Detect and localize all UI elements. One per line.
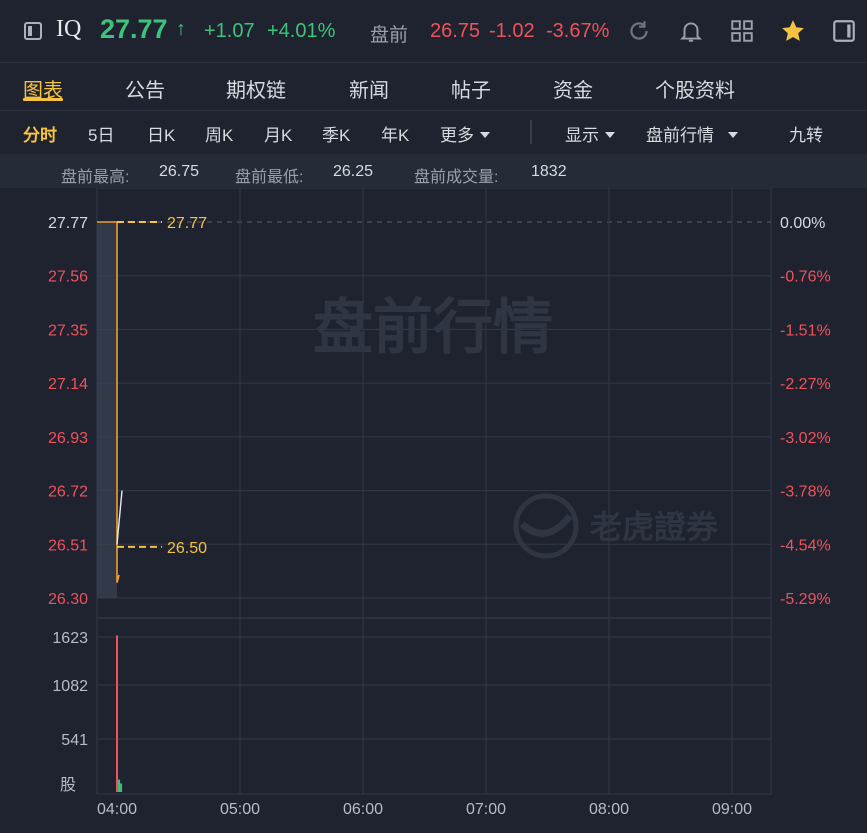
percent-axis-right: 0.00% -0.76% -1.51% -2.27% -3.02% -3.78% -4.54… (780, 215, 831, 608)
y-left-tick-label: 26.72 (48, 484, 88, 501)
price-change-percent: +4.01% (267, 20, 336, 42)
y-right-tick-label: 0.00% (780, 215, 825, 232)
premarket-high-value: 26.75 (159, 163, 200, 180)
volume-bar (120, 783, 123, 792)
more-label: 更多 (440, 126, 474, 145)
price-area-fill (97, 222, 117, 598)
more-dropdown[interactable]: 更多 (440, 121, 490, 146)
premarket-volume-value: 1832 (531, 163, 567, 180)
session-label: 盘前行情 (646, 126, 714, 145)
premarket-stats: 盘前最高: 26.75 盘前最低: 26.25 盘前成交量: 1832 (0, 154, 867, 188)
display-label: 显示 (565, 126, 599, 145)
price-change: +1.07 (204, 20, 255, 42)
guide-label: 27.77 (167, 215, 207, 232)
premarket-price: 26.75 (430, 20, 481, 42)
x-tick-label: 04:00 (97, 801, 137, 818)
intraday-chart[interactable]: 盘前行情 老虎證券 27.77 27.56 27.35 27.14 26.93 26.72… (0, 188, 867, 833)
tab-capital-flow[interactable]: 资金 (553, 74, 593, 103)
premarket-high-label: 盘前最高: (61, 169, 130, 186)
last-price: 27.77 (100, 14, 168, 44)
main-tabs: 图表 公告 期权链 新闻 帖子 资金 个股资料 (0, 62, 867, 111)
watermark-text: 盘前行情 (313, 294, 553, 361)
tab-news[interactable]: 新闻 (349, 74, 389, 103)
chevron-down-icon (605, 132, 615, 138)
price-series (97, 221, 123, 598)
volume-unit-label: 股 (60, 776, 76, 794)
y-left-tick-label: 27.35 (48, 322, 88, 339)
x-tick-label: 05:00 (220, 801, 260, 818)
panel-icon[interactable] (831, 18, 857, 44)
chevron-down-icon (728, 132, 738, 138)
premarket-change: -1.02 (489, 20, 535, 42)
volume-tick-label: 1623 (52, 630, 88, 647)
period-5day[interactable]: 5日 (88, 121, 114, 146)
premarket-volume-label: 盘前成交量: (414, 169, 499, 186)
guide-label: 26.50 (167, 540, 207, 557)
tab-announcements[interactable]: 公告 (125, 74, 165, 103)
period-quarterly-k[interactable]: 季K (322, 121, 350, 146)
display-dropdown[interactable]: 显示 (565, 121, 615, 146)
ticker-symbol: IQ (56, 16, 82, 42)
y-left-tick-label: 26.93 (48, 430, 88, 447)
session-dropdown[interactable]: 盘前行情 (646, 121, 738, 146)
grid-icon[interactable] (729, 18, 755, 44)
price-guides: 27.77 26.50 (117, 215, 207, 557)
tab-options-chain[interactable]: 期权链 (226, 74, 286, 103)
y-right-tick-label: -5.29% (780, 591, 831, 608)
premarket-change-percent: -3.67% (546, 20, 610, 42)
divider (530, 120, 532, 144)
period-weekly-k[interactable]: 周K (205, 121, 233, 146)
period-daily-k[interactable]: 日K (147, 121, 175, 146)
y-right-tick-label: -2.27% (780, 376, 831, 393)
volume-tick-label: 541 (61, 732, 88, 749)
star-icon[interactable] (780, 18, 806, 44)
y-right-tick-label: -0.76% (780, 269, 831, 286)
x-tick-label: 07:00 (466, 801, 506, 818)
period-yearly-k[interactable]: 年K (381, 121, 409, 146)
y-right-tick-label: -4.54% (780, 537, 831, 554)
y-left-tick-label: 26.51 (48, 537, 88, 554)
price-axis-left: 27.77 27.56 27.35 27.14 26.93 26.72 26.51 26.30 (48, 215, 88, 608)
y-left-tick-label: 27.14 (48, 376, 88, 393)
y-left-tick-label: 26.30 (48, 591, 88, 608)
nine-turn-button[interactable]: 九转 (789, 121, 823, 146)
volume-bar (118, 779, 121, 792)
brand-logo-icon (513, 493, 579, 559)
premarket-label: 盘前 (370, 25, 409, 46)
sidebar-toggle-icon[interactable] (24, 22, 42, 40)
y-left-tick-label: 27.56 (48, 269, 88, 286)
y-right-tick-label: -1.51% (780, 322, 831, 339)
premarket-low-label: 盘前最低: (235, 169, 304, 186)
y-right-tick-label: -3.78% (780, 484, 831, 501)
volume-tick-label: 1082 (52, 678, 88, 695)
volume-series (116, 635, 123, 792)
refresh-icon[interactable] (626, 18, 652, 44)
volume-axis: 1623 1082 541 (52, 630, 88, 749)
chart-grid (96, 188, 772, 795)
tab-company-profile[interactable]: 个股资料 (655, 74, 735, 103)
arrow-up-icon: ↑ (176, 18, 186, 40)
x-tick-label: 06:00 (343, 801, 383, 818)
tab-posts[interactable]: 帖子 (451, 74, 491, 103)
period-intraday[interactable]: 分时 (23, 121, 57, 146)
y-right-tick-label: -3.02% (780, 430, 831, 447)
active-tab-indicator (23, 98, 63, 101)
time-axis: 04:00 05:00 06:00 07:00 08:00 09:00 (97, 801, 752, 818)
x-tick-label: 09:00 (712, 801, 752, 818)
quote-header: IQ 27.77 ↑ +1.07 +4.01% 盘前 26.75 -1.02 -… (0, 0, 867, 63)
brand-watermark: 老虎證券 (590, 509, 719, 545)
volume-bar (116, 635, 118, 792)
y-left-tick-label: 27.77 (48, 215, 88, 232)
period-monthly-k[interactable]: 月K (264, 121, 292, 146)
chevron-down-icon (480, 132, 490, 138)
premarket-low-value: 26.25 (333, 163, 374, 180)
x-tick-label: 08:00 (589, 801, 629, 818)
bell-icon[interactable] (678, 18, 704, 44)
period-selector: 分时 5日 日K 周K 月K 季K 年K 更多 显示 盘前行情 九转 (0, 110, 867, 155)
